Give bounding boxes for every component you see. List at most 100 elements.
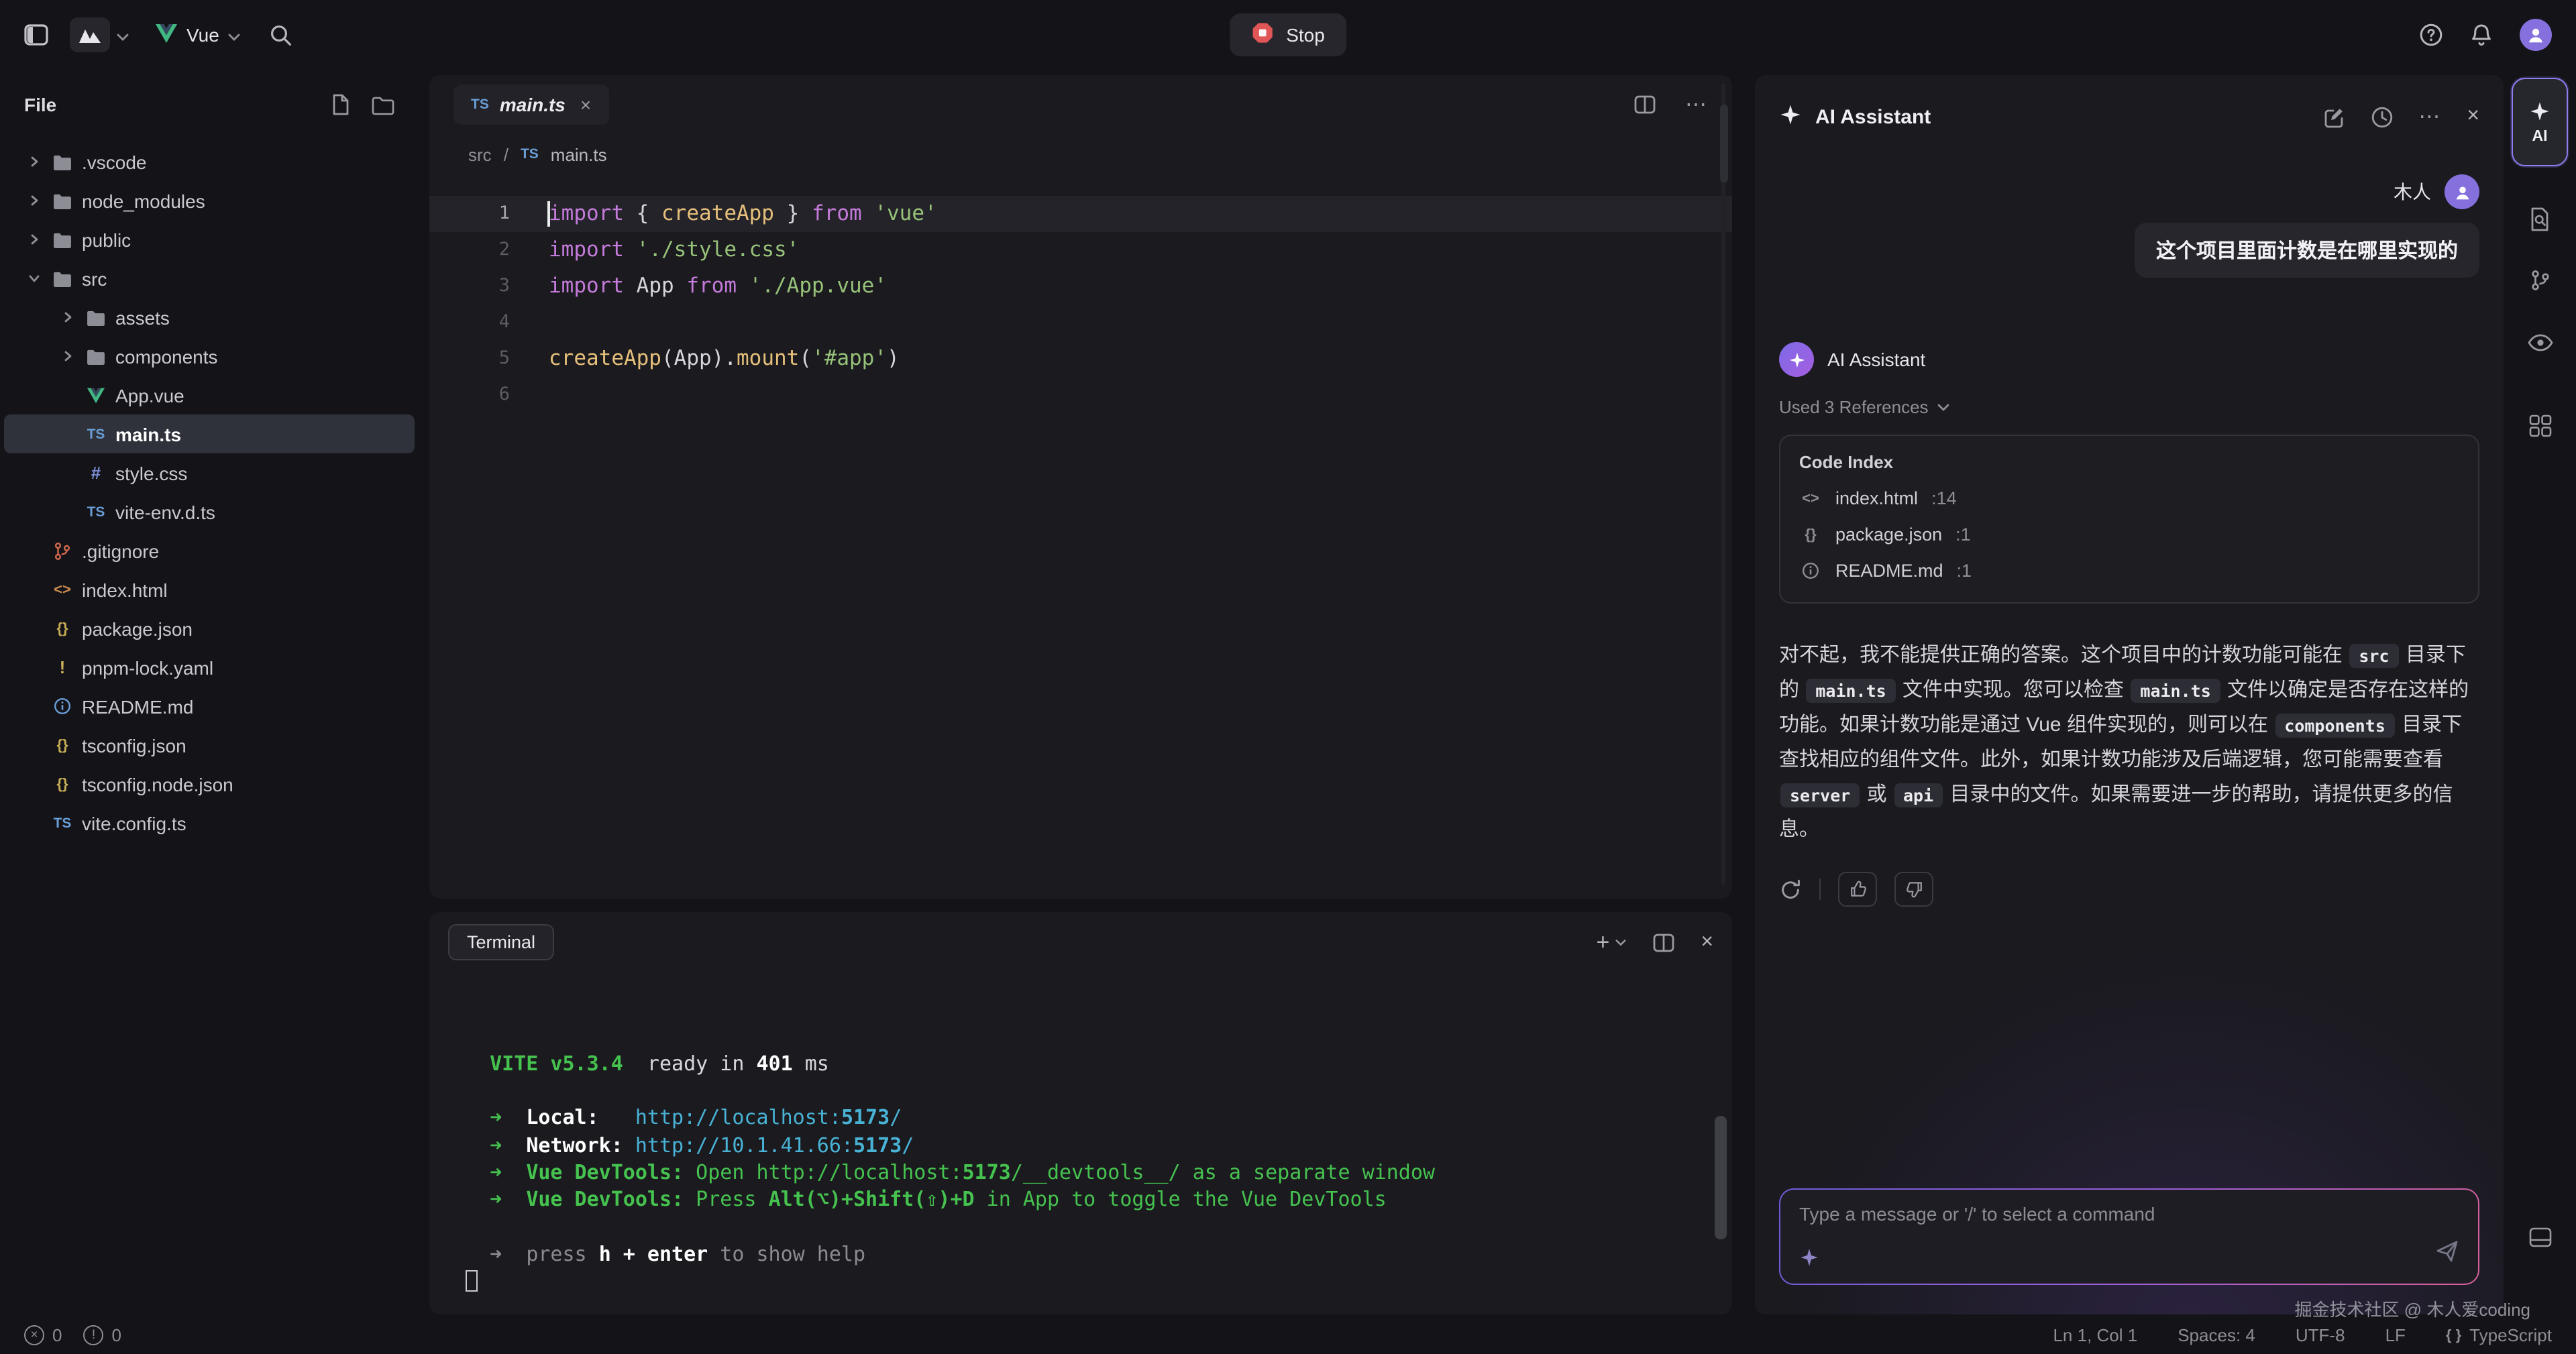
code-area[interactable]: 1import { createApp } from 'vue'2import … (429, 174, 1732, 898)
file-tree-item-pnpm-lock.yaml[interactable]: !pnpm-lock.yaml (4, 648, 415, 687)
new-folder-icon[interactable] (372, 94, 394, 115)
file-tree-item-src[interactable]: src (4, 259, 415, 298)
code-index-item-README.md[interactable]: README.md:1 (1799, 553, 2459, 589)
inline-code-chip: components (2275, 713, 2395, 737)
user-avatar[interactable] (2520, 19, 2552, 51)
terminal-header: Terminal + × (429, 911, 1732, 973)
file-tree-item-components[interactable]: components (4, 337, 415, 376)
inline-code-chip: server (1780, 783, 1860, 807)
close-terminal-icon[interactable]: × (1701, 930, 1713, 954)
file-tree-item-.vscode[interactable]: .vscode (4, 142, 415, 181)
editor-panel: TS main.ts × ⋯ src / TS main.ts (429, 75, 1732, 898)
assistant-answer: 对不起，我不能提供正确的答案。这个项目中的计数功能可能在 src 目录下的 ma… (1779, 638, 2479, 848)
split-editor-icon[interactable] (1634, 95, 1656, 114)
code-line-6[interactable]: 6 (429, 377, 1732, 413)
regenerate-icon[interactable] (1779, 878, 1802, 901)
new-terminal-button[interactable]: + (1596, 931, 1625, 954)
file-tree-item-.gitignore[interactable]: .gitignore (4, 531, 415, 570)
file-tree-item-App.vue[interactable]: App.vue (4, 376, 415, 414)
code-index-item-index.html[interactable]: <>index.html:14 (1799, 480, 2459, 516)
terminal-output[interactable]: VITE v5.3.4 ready in 401 ms ➜ Local: htt… (429, 973, 1732, 1314)
code-line-4[interactable]: 4 (429, 304, 1732, 341)
eye-icon[interactable] (2504, 311, 2576, 373)
chevron-right-icon[interactable] (20, 156, 47, 168)
git-icon (47, 541, 78, 560)
braces-icon: { } (2446, 1327, 2461, 1343)
tab-main-ts[interactable]: TS main.ts × (453, 84, 608, 125)
chevron-right-icon[interactable] (20, 233, 47, 245)
file-tree-item-assets[interactable]: assets (4, 298, 415, 337)
terminal-line: ➜ Local: http://localhost:5173/ (466, 1105, 1705, 1132)
new-file-icon[interactable] (330, 94, 350, 115)
file-search-icon[interactable] (2504, 188, 2576, 249)
more-options-icon[interactable]: ⋯ (2418, 103, 2441, 130)
code-line-1[interactable]: 1import { createApp } from 'vue' (429, 196, 1732, 232)
chat-input-box[interactable] (1779, 1188, 2479, 1284)
folder-icon (47, 231, 78, 247)
thumbs-up-button[interactable] (1838, 872, 1877, 907)
terminal-scrollbar-thumb[interactable] (1715, 1115, 1727, 1239)
help-icon[interactable] (2419, 23, 2443, 47)
folder-icon (47, 192, 78, 209)
code-index-item-package.json[interactable]: {}package.json:1 (1799, 516, 2459, 553)
chat-input[interactable] (1799, 1202, 2294, 1224)
text-token: './style.css' (637, 237, 800, 262)
chevron-right-icon[interactable] (20, 194, 47, 207)
file-tree-item-README.md[interactable]: README.md (4, 687, 415, 726)
thumbs-down-button[interactable] (1894, 872, 1933, 907)
warning-counter[interactable]: ! 0 (83, 1325, 121, 1345)
file-tree-item-public[interactable]: public (4, 220, 415, 259)
project-switcher[interactable]: Vue (156, 23, 241, 46)
terminal-tab[interactable]: Terminal (448, 924, 554, 960)
file-tree-item-package.json[interactable]: {}package.json (4, 609, 415, 648)
file-tree-item-node_modules[interactable]: node_modules (4, 181, 415, 220)
text-token: Local: (526, 1106, 598, 1130)
history-icon[interactable] (2370, 105, 2393, 128)
right-rail: AI (2504, 75, 2576, 1314)
error-counter[interactable]: × 0 (24, 1325, 62, 1345)
chevron-down-icon (117, 24, 129, 46)
file-tree-item-vite.config.ts[interactable]: TSvite.config.ts (4, 803, 415, 842)
caret-position[interactable]: Ln 1, Col 1 (2053, 1325, 2137, 1345)
encoding[interactable]: UTF-8 (2296, 1325, 2345, 1345)
file-tree-item-style.css[interactable]: #style.css (4, 453, 415, 492)
notifications-bell-icon[interactable] (2470, 23, 2493, 47)
file-tree-item-index.html[interactable]: <>index.html (4, 570, 415, 609)
bottom-panel-toggle-icon[interactable] (2504, 1206, 2576, 1268)
language-mode[interactable]: { } TypeScript (2446, 1325, 2552, 1345)
breadcrumb-root[interactable]: src (468, 144, 492, 164)
code-line-2[interactable]: 2import './style.css' (429, 232, 1732, 268)
indentation[interactable]: Spaces: 4 (2178, 1325, 2255, 1345)
line-ending[interactable]: LF (2385, 1325, 2406, 1345)
chevron-right-icon[interactable] (54, 350, 80, 362)
chevron-down-icon[interactable] (20, 272, 47, 284)
git-branch-icon[interactable] (2504, 249, 2576, 311)
text-token: 401 (757, 1051, 793, 1075)
tab-close-icon[interactable]: × (580, 94, 591, 115)
chevron-right-icon[interactable] (54, 311, 80, 323)
grid-icon[interactable] (2504, 394, 2576, 456)
file-tree-item-vite-env.d.ts[interactable]: TSvite-env.d.ts (4, 492, 415, 531)
stop-button[interactable]: Stop (1230, 13, 1346, 56)
text-token: ( (799, 346, 812, 370)
send-message-icon[interactable] (2435, 1239, 2459, 1267)
file-tree-item-main.ts[interactable]: TSmain.ts (4, 414, 415, 453)
new-chat-icon[interactable] (2322, 105, 2345, 128)
editor-scrollbar-thumb[interactable] (1719, 105, 1727, 182)
rail-ai-assistant-button[interactable]: AI (2512, 78, 2568, 166)
references-toggle[interactable]: Used 3 References (1779, 397, 2479, 417)
breadcrumb-file[interactable]: main.ts (551, 144, 607, 164)
code-line-5[interactable]: 5createApp(App).mount('#app') (429, 341, 1732, 377)
workspace-switcher[interactable] (70, 17, 129, 52)
close-ai-panel-icon[interactable]: × (2467, 105, 2479, 129)
file-tree-item-tsconfig.node.json[interactable]: {}tsconfig.node.json (4, 765, 415, 803)
code-line-3[interactable]: 3import App from './App.vue' (429, 268, 1732, 304)
split-terminal-icon[interactable] (1652, 933, 1674, 952)
file-tree-item-tsconfig.json[interactable]: {}tsconfig.json (4, 726, 415, 765)
brace-dim-icon: {} (1799, 526, 1822, 543)
search-icon[interactable] (270, 23, 293, 46)
editor-scrollbar-track[interactable] (1721, 83, 1725, 885)
file-tree: .vscodenode_modulespublicsrcassetscompon… (0, 142, 419, 1314)
sidebar-toggle-icon[interactable] (24, 24, 48, 46)
more-options-icon[interactable]: ⋯ (1685, 91, 1708, 118)
